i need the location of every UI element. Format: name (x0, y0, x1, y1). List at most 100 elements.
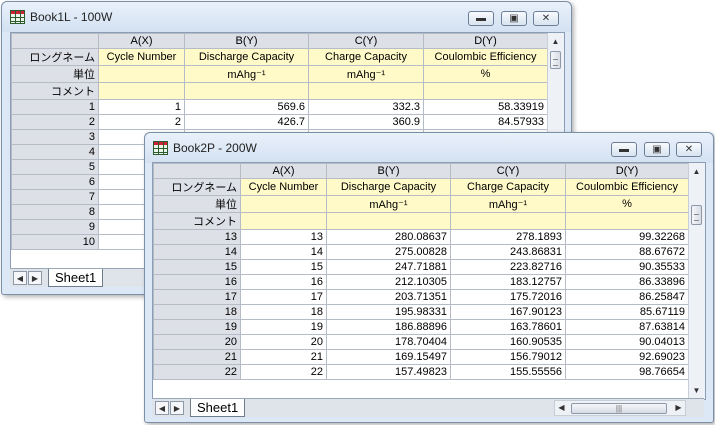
data-cell[interactable]: 203.71351 (326, 289, 451, 305)
data-cell[interactable]: 183.12757 (450, 274, 566, 290)
data-cell[interactable]: 98.76654 (565, 364, 689, 380)
data-cell[interactable]: 157.49823 (326, 364, 451, 380)
units-cell[interactable] (240, 195, 327, 213)
data-cell[interactable]: 13 (240, 229, 327, 245)
row-index[interactable]: 13 (153, 229, 241, 245)
long-name-cell[interactable]: Charge Capacity (308, 48, 424, 66)
units-cell[interactable] (98, 65, 185, 83)
data-cell[interactable]: 195.98331 (326, 304, 451, 320)
data-cell[interactable]: 186.88896 (326, 319, 451, 335)
worksheet-grid[interactable]: A(X) B(Y) C(Y) D(Y) ロングネーム Cycle Number … (152, 162, 706, 400)
data-cell[interactable]: 278.1893 (450, 229, 566, 245)
scroll-left-arrow-icon[interactable]: ◀ (555, 401, 568, 414)
data-cell[interactable]: 175.72016 (450, 289, 566, 305)
data-cell[interactable]: 223.82716 (450, 259, 566, 275)
sheet-tab-sheet1[interactable]: Sheet1 (190, 399, 246, 417)
data-cell[interactable]: 18 (240, 304, 327, 320)
data-cell[interactable]: 360.9 (308, 114, 424, 130)
units-row-label[interactable]: 単位 (153, 195, 241, 213)
scroll-down-arrow-icon[interactable]: ▼ (690, 384, 703, 397)
data-cell[interactable]: 90.04013 (565, 334, 689, 350)
data-cell[interactable]: 86.33896 (565, 274, 689, 290)
long-name-cell[interactable]: Cycle Number (98, 48, 185, 66)
title-bar[interactable]: Book2P - 200W ▬ ▣ ✕ (145, 133, 713, 163)
title-bar[interactable]: Book1L - 100W ▬ ▣ ✕ (2, 2, 571, 32)
data-cell[interactable]: 280.08637 (326, 229, 451, 245)
long-name-cell[interactable]: Discharge Capacity (184, 48, 309, 66)
data-cell[interactable]: 2 (98, 114, 185, 130)
long-name-cell[interactable]: Coulombic Efficiency (423, 48, 548, 66)
row-index[interactable]: 16 (153, 274, 241, 290)
column-header[interactable]: D(Y) (565, 163, 689, 179)
data-cell[interactable]: 20 (240, 334, 327, 350)
scroll-up-arrow-icon[interactable]: ▲ (549, 35, 562, 48)
column-header[interactable]: D(Y) (423, 33, 548, 49)
column-header[interactable]: B(Y) (184, 33, 309, 49)
row-index[interactable]: 19 (153, 319, 241, 335)
comment-cell[interactable] (423, 82, 548, 100)
data-cell[interactable]: 88.67672 (565, 244, 689, 260)
row-index[interactable]: 1 (11, 99, 99, 115)
data-cell[interactable]: 21 (240, 349, 327, 365)
minimize-button[interactable]: ▬ (468, 11, 494, 26)
data-cell[interactable]: 90.35533 (565, 259, 689, 275)
maximize-button[interactable]: ▣ (501, 11, 527, 26)
data-cell[interactable]: 84.57933 (423, 114, 548, 130)
column-header[interactable]: C(Y) (308, 33, 424, 49)
data-cell[interactable]: 332.3 (308, 99, 424, 115)
data-cell[interactable]: 212.10305 (326, 274, 451, 290)
data-cell[interactable]: 160.90535 (450, 334, 566, 350)
column-header[interactable]: C(Y) (450, 163, 566, 179)
row-index[interactable]: 22 (153, 364, 241, 380)
data-cell[interactable]: 426.7 (184, 114, 309, 130)
units-cell[interactable]: mAhg⁻¹ (450, 195, 566, 213)
corner-cell[interactable] (11, 33, 99, 49)
units-cell[interactable]: mAhg⁻¹ (184, 65, 309, 83)
data-cell[interactable]: 15 (240, 259, 327, 275)
data-cell[interactable]: 22 (240, 364, 327, 380)
units-cell[interactable]: % (423, 65, 548, 83)
data-cell[interactable]: 58.33919 (423, 99, 548, 115)
comment-row-label[interactable]: コメント (11, 82, 99, 100)
row-index[interactable]: 6 (11, 174, 99, 190)
units-row-label[interactable]: 単位 (11, 65, 99, 83)
comment-cell[interactable] (184, 82, 309, 100)
row-index[interactable]: 20 (153, 334, 241, 350)
data-cell[interactable]: 14 (240, 244, 327, 260)
comment-cell[interactable] (565, 212, 689, 230)
data-cell[interactable]: 163.78601 (450, 319, 566, 335)
data-cell[interactable]: 169.15497 (326, 349, 451, 365)
data-cell[interactable]: 92.69023 (565, 349, 689, 365)
long-name-row-label[interactable]: ロングネーム (11, 48, 99, 66)
scroll-thumb[interactable] (691, 205, 702, 225)
workbook-window-book2p[interactable]: Book2P - 200W ▬ ▣ ✕ A(X) B(Y) C(Y) D(Y) … (144, 132, 714, 423)
comment-cell[interactable] (240, 212, 327, 230)
row-index[interactable]: 5 (11, 159, 99, 175)
long-name-cell[interactable]: Cycle Number (240, 178, 327, 196)
row-index[interactable]: 14 (153, 244, 241, 260)
data-cell[interactable]: 275.00828 (326, 244, 451, 260)
long-name-row-label[interactable]: ロングネーム (153, 178, 241, 196)
comment-cell[interactable] (326, 212, 451, 230)
comment-cell[interactable] (450, 212, 566, 230)
horizontal-scrollbar[interactable]: ◀ ||| ▶ (554, 400, 686, 416)
data-cell[interactable]: 17 (240, 289, 327, 305)
row-index[interactable]: 18 (153, 304, 241, 320)
units-cell[interactable]: % (565, 195, 689, 213)
vertical-scrollbar[interactable]: ▲ ▼ (688, 163, 705, 399)
data-cell[interactable]: 85.67119 (565, 304, 689, 320)
comment-row-label[interactable]: コメント (153, 212, 241, 230)
data-cell[interactable]: 167.90123 (450, 304, 566, 320)
prev-sheet-arrow-icon[interactable]: ◀ (13, 271, 27, 285)
data-cell[interactable]: 87.63814 (565, 319, 689, 335)
comment-cell[interactable] (98, 82, 185, 100)
row-index[interactable]: 2 (11, 114, 99, 130)
next-sheet-arrow-icon[interactable]: ▶ (170, 401, 184, 415)
prev-sheet-arrow-icon[interactable]: ◀ (155, 401, 169, 415)
long-name-cell[interactable]: Coulombic Efficiency (565, 178, 689, 196)
scroll-thumb[interactable] (550, 51, 561, 69)
sheet-tab-sheet1[interactable]: Sheet1 (48, 269, 104, 287)
row-index[interactable]: 9 (11, 219, 99, 235)
row-index[interactable]: 21 (153, 349, 241, 365)
data-cell[interactable]: 178.70404 (326, 334, 451, 350)
